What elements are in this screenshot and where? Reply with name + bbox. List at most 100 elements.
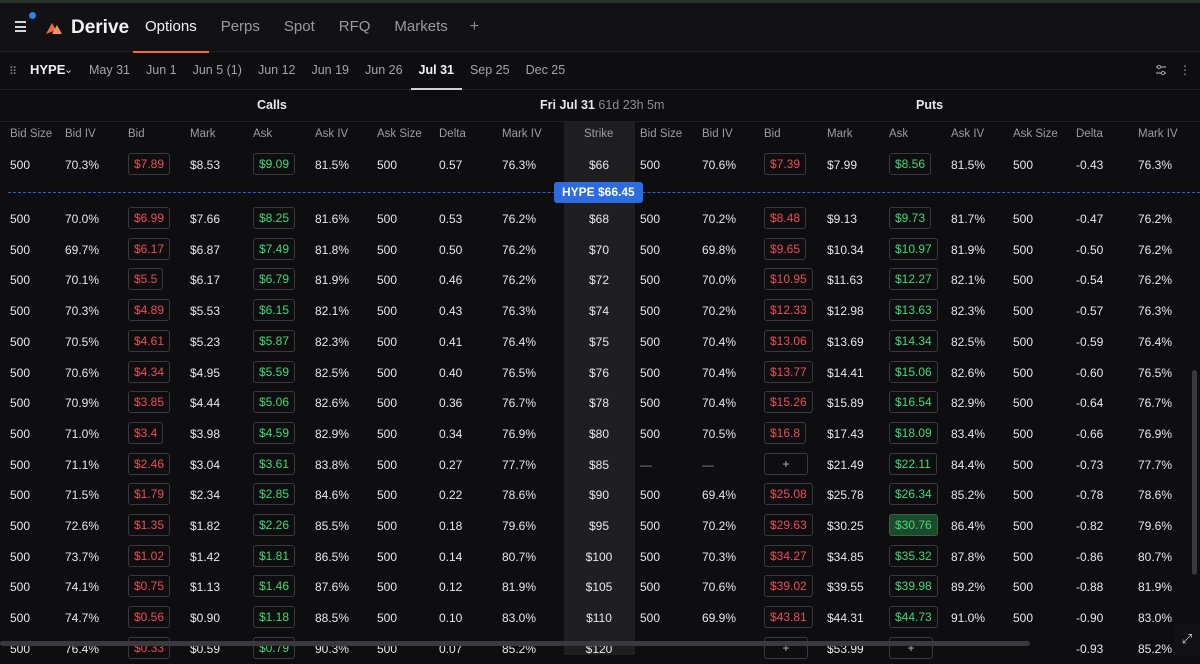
col-call-bid[interactable]: Bid (128, 128, 145, 140)
put-ask-button[interactable]: $22.11 (889, 452, 937, 475)
nav-rfq[interactable]: RFQ (327, 3, 383, 52)
expiry-tab[interactable]: Jun 1 (138, 52, 185, 89)
nav-spot[interactable]: Spot (272, 3, 327, 52)
put-bid-button[interactable]: $12.33 (764, 299, 813, 322)
col-call-mark[interactable]: Mark (190, 128, 216, 140)
call-ask-button[interactable]: $5.87 (253, 329, 296, 352)
put-bid-button[interactable]: $13.77 (764, 360, 813, 383)
call-ask-button[interactable]: $5.59 (253, 360, 296, 383)
expiry-tab[interactable]: May 31 (81, 52, 138, 89)
expiry-tab-active[interactable]: Jul 31 (410, 52, 463, 90)
call-ask-button[interactable]: $1.81 (253, 544, 296, 567)
col-put-ask[interactable]: Ask (889, 128, 908, 140)
nav-options[interactable]: Options (133, 3, 209, 53)
put-ask-button[interactable]: $39.98 (889, 575, 938, 598)
expand-icon[interactable]: ⤢ (1174, 625, 1200, 655)
put-ask-button[interactable]: $26.34 (889, 483, 938, 506)
col-call-ask-size[interactable]: Ask Size (377, 128, 422, 140)
col-call-ask[interactable]: Ask (253, 128, 272, 140)
expiry-tab[interactable]: Sep 25 (462, 52, 518, 89)
put-bid-button[interactable]: $13.06 (764, 329, 813, 352)
put-ask-button[interactable]: $15.06 (889, 360, 938, 383)
put-bid-button[interactable]: $10.95 (764, 268, 813, 291)
col-put-mark[interactable]: Mark (827, 128, 853, 140)
call-bid-button[interactable]: $2.46 (128, 452, 171, 475)
chevron-down-icon[interactable]: ⌄ (64, 63, 73, 76)
call-ask-button[interactable]: $1.46 (253, 575, 296, 598)
call-bid-button[interactable]: $6.99 (128, 207, 171, 229)
expiry-tab[interactable]: Jun 26 (357, 52, 411, 89)
more-options-icon[interactable]: ⋮ (1178, 63, 1192, 77)
call-bid-button[interactable]: $4.61 (128, 329, 171, 352)
col-put-mark-iv[interactable]: Mark IV (1138, 128, 1178, 140)
col-put-bid-size[interactable]: Bid Size (640, 128, 682, 140)
call-ask-button[interactable]: $6.15 (253, 299, 296, 322)
call-bid-button[interactable]: $4.89 (128, 299, 171, 322)
put-bid-button[interactable]: $16.8 (764, 421, 807, 444)
asset-selector[interactable]: HYPE (30, 62, 65, 77)
put-bid-button[interactable]: $7.39 (764, 153, 807, 175)
nav-perps[interactable]: Perps (209, 3, 272, 52)
put-ask-button[interactable]: $14.34 (889, 329, 938, 352)
col-call-bid-iv[interactable]: Bid IV (65, 128, 96, 140)
put-ask-button[interactable]: $18.09 (889, 421, 938, 444)
call-ask-button[interactable]: $7.49 (253, 237, 296, 260)
put-ask-button[interactable]: $35.32 (889, 544, 938, 567)
expiry-tab[interactable]: Jun 12 (250, 52, 304, 89)
expiry-tab[interactable]: Jun 19 (303, 52, 357, 89)
call-ask-button[interactable]: $1.18 (253, 606, 296, 629)
put-bid-button[interactable]: $43.81 (764, 606, 813, 629)
put-ask-button[interactable]: $9.73 (889, 207, 932, 229)
call-ask-button[interactable]: $9.09 (253, 153, 296, 175)
put-bid-button[interactable]: $29.63 (764, 514, 813, 536)
call-ask-button[interactable]: $5.06 (253, 391, 296, 414)
add-tab-button[interactable]: + (460, 3, 489, 52)
put-bid-button[interactable]: $34.27 (764, 544, 813, 567)
call-bid-button[interactable]: $5.5 (128, 268, 164, 291)
put-ask-button[interactable]: $8.56 (889, 153, 932, 175)
expiry-tab[interactable]: Dec 25 (518, 52, 574, 89)
call-ask-button[interactable]: $6.79 (253, 268, 296, 291)
call-bid-button[interactable]: $4.34 (128, 360, 171, 383)
col-call-mark-iv[interactable]: Mark IV (502, 128, 542, 140)
call-ask-button[interactable]: $8.25 (253, 207, 296, 229)
call-bid-button[interactable]: $1.35 (128, 514, 171, 536)
nav-markets[interactable]: Markets (382, 3, 459, 52)
menu-icon[interactable] (15, 21, 26, 32)
col-call-bid-size[interactable]: Bid Size (10, 128, 52, 140)
put-bid-button[interactable]: $9.65 (764, 237, 807, 260)
expiry-tab[interactable]: Jun 5 (1) (185, 52, 250, 89)
drag-grip-icon[interactable]: ⠿ (9, 65, 17, 78)
brand-name[interactable]: Derive (71, 17, 129, 39)
call-ask-button[interactable]: $2.26 (253, 514, 296, 536)
put-bid-button[interactable]: $15.26 (764, 391, 813, 414)
col-put-bid-iv[interactable]: Bid IV (702, 128, 733, 140)
col-put-ask-iv[interactable]: Ask IV (951, 128, 984, 140)
put-ask-button[interactable]: $12.27 (889, 268, 938, 291)
put-ask-button[interactable]: $30.76 (889, 514, 938, 536)
call-bid-button[interactable]: $1.02 (128, 544, 171, 567)
put-ask-button[interactable]: $13.63 (889, 299, 938, 322)
call-bid-button[interactable]: $0.56 (128, 606, 171, 629)
settings-sliders-icon[interactable] (1154, 63, 1168, 77)
put-bid-button[interactable]: + (764, 452, 808, 475)
put-ask-button[interactable]: $16.54 (889, 391, 938, 414)
vertical-scrollbar[interactable] (1192, 370, 1197, 575)
put-bid-button[interactable]: $25.08 (764, 483, 813, 506)
col-call-delta[interactable]: Delta (439, 128, 466, 140)
put-bid-button[interactable]: $8.48 (764, 207, 807, 229)
col-put-delta[interactable]: Delta (1076, 128, 1103, 140)
horizontal-scrollbar[interactable] (0, 641, 1030, 646)
call-bid-button[interactable]: $3.4 (128, 421, 164, 444)
call-ask-button[interactable]: $2.85 (253, 483, 296, 506)
call-ask-button[interactable]: $3.61 (253, 452, 296, 475)
call-ask-button[interactable]: $4.59 (253, 421, 296, 444)
put-bid-button[interactable]: $39.02 (764, 575, 813, 598)
put-ask-button[interactable]: $10.97 (889, 237, 938, 260)
call-bid-button[interactable]: $7.89 (128, 153, 171, 175)
call-bid-button[interactable]: $0.75 (128, 575, 171, 598)
col-put-bid[interactable]: Bid (764, 128, 781, 140)
call-bid-button[interactable]: $3.85 (128, 391, 171, 414)
call-bid-button[interactable]: $6.17 (128, 237, 171, 260)
call-bid-button[interactable]: $1.79 (128, 483, 171, 506)
